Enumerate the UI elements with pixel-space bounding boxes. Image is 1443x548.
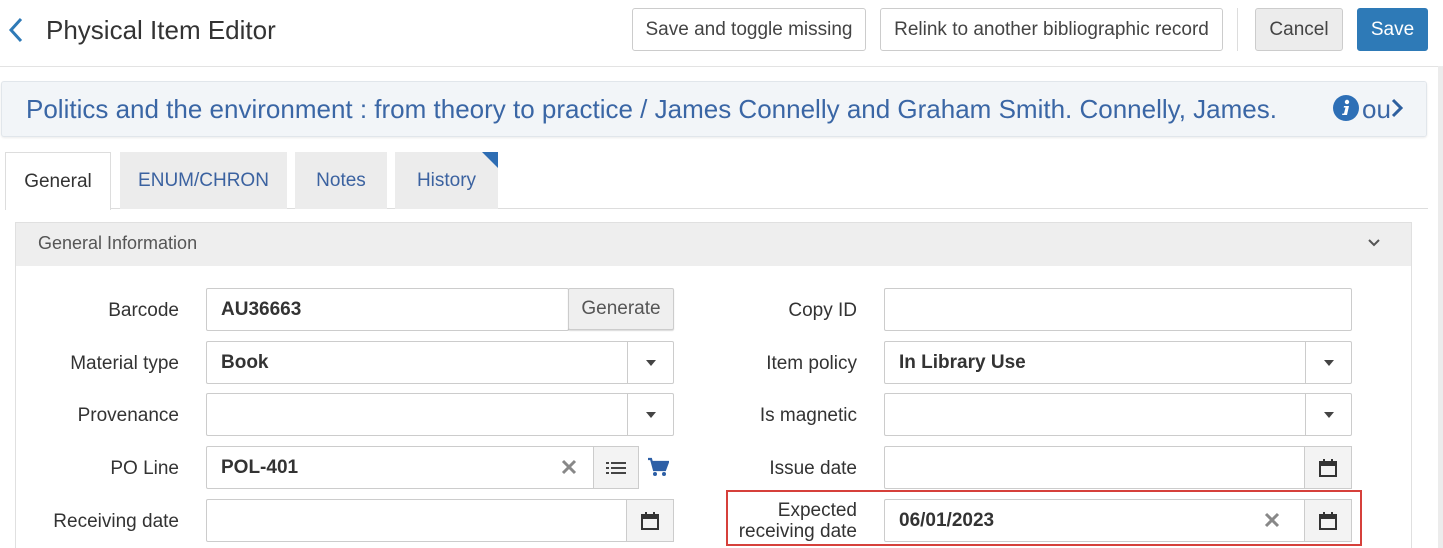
- item-policy-select[interactable]: In Library Use: [884, 341, 1352, 384]
- chevron-down-icon[interactable]: [1366, 236, 1382, 254]
- bib-record-title[interactable]: Politics and the environment : from theo…: [26, 92, 1277, 126]
- save-and-toggle-missing-button[interactable]: Save and toggle missing: [632, 8, 866, 51]
- list-icon[interactable]: [593, 446, 639, 489]
- relink-button[interactable]: Relink to another bibliographic record: [880, 8, 1223, 51]
- clear-icon[interactable]: [559, 457, 579, 477]
- section-title: General Information: [38, 233, 198, 253]
- provenance-select[interactable]: [206, 393, 674, 436]
- page-title: Physical Item Editor: [46, 15, 276, 45]
- calendar-icon[interactable]: [626, 499, 674, 542]
- copy-id-input[interactable]: [884, 288, 1352, 331]
- cancel-button[interactable]: Cancel: [1255, 8, 1343, 51]
- receiving-date-input[interactable]: [206, 499, 674, 542]
- provenance-label: Provenance: [77, 405, 179, 426]
- barcode-label: Barcode: [108, 300, 179, 321]
- po-line-label: PO Line: [110, 458, 179, 479]
- divider: [1237, 8, 1238, 51]
- tab-notes[interactable]: Notes: [295, 152, 387, 209]
- highlight-box: [726, 490, 1362, 546]
- is-magnetic-label: Is magnetic: [759, 405, 857, 426]
- caret-down-icon[interactable]: [627, 341, 674, 384]
- is-magnetic-select[interactable]: [884, 393, 1352, 436]
- barcode-input[interactable]: AU36663: [206, 288, 569, 331]
- issue-date-input[interactable]: [884, 446, 1352, 489]
- issue-date-label: Issue date: [769, 458, 857, 479]
- back-icon[interactable]: [6, 14, 26, 46]
- chevron-right-icon[interactable]: [1390, 97, 1404, 124]
- calendar-icon[interactable]: [1304, 446, 1352, 489]
- cart-icon[interactable]: [647, 457, 670, 482]
- generate-button[interactable]: Generate: [568, 288, 674, 330]
- scrollbar[interactable]: [1438, 66, 1443, 548]
- caret-down-icon[interactable]: [1305, 341, 1352, 384]
- tab-enum-chron[interactable]: ENUM/CHRON: [120, 152, 287, 209]
- material-type-label: Material type: [70, 353, 179, 374]
- tab-general[interactable]: General: [5, 152, 111, 210]
- header-divider: [0, 66, 1443, 67]
- caret-down-icon[interactable]: [627, 393, 674, 436]
- po-line-input[interactable]: POL-401: [206, 446, 639, 489]
- tab-history[interactable]: History: [395, 152, 498, 209]
- section-header[interactable]: [16, 223, 1411, 266]
- save-button[interactable]: Save: [1357, 8, 1428, 51]
- tab-history-label: History: [416, 169, 477, 191]
- item-policy-value: In Library Use: [899, 351, 1026, 373]
- po-line-value: POL-401: [221, 456, 299, 478]
- bib-record-banner[interactable]: Politics and the environment : from theo…: [1, 81, 1427, 137]
- receiving-date-label: Receiving date: [53, 511, 179, 532]
- item-policy-label: Item policy: [766, 353, 857, 374]
- copy-id-label: Copy ID: [788, 300, 857, 321]
- caret-down-icon[interactable]: [1305, 393, 1352, 436]
- material-type-value: Book: [221, 351, 269, 373]
- info-icon[interactable]: [1333, 95, 1359, 121]
- tab-corner-marker: [482, 152, 498, 168]
- bib-record-title-overflow: ou: [1362, 94, 1391, 124]
- material-type-select[interactable]: Book: [206, 341, 674, 384]
